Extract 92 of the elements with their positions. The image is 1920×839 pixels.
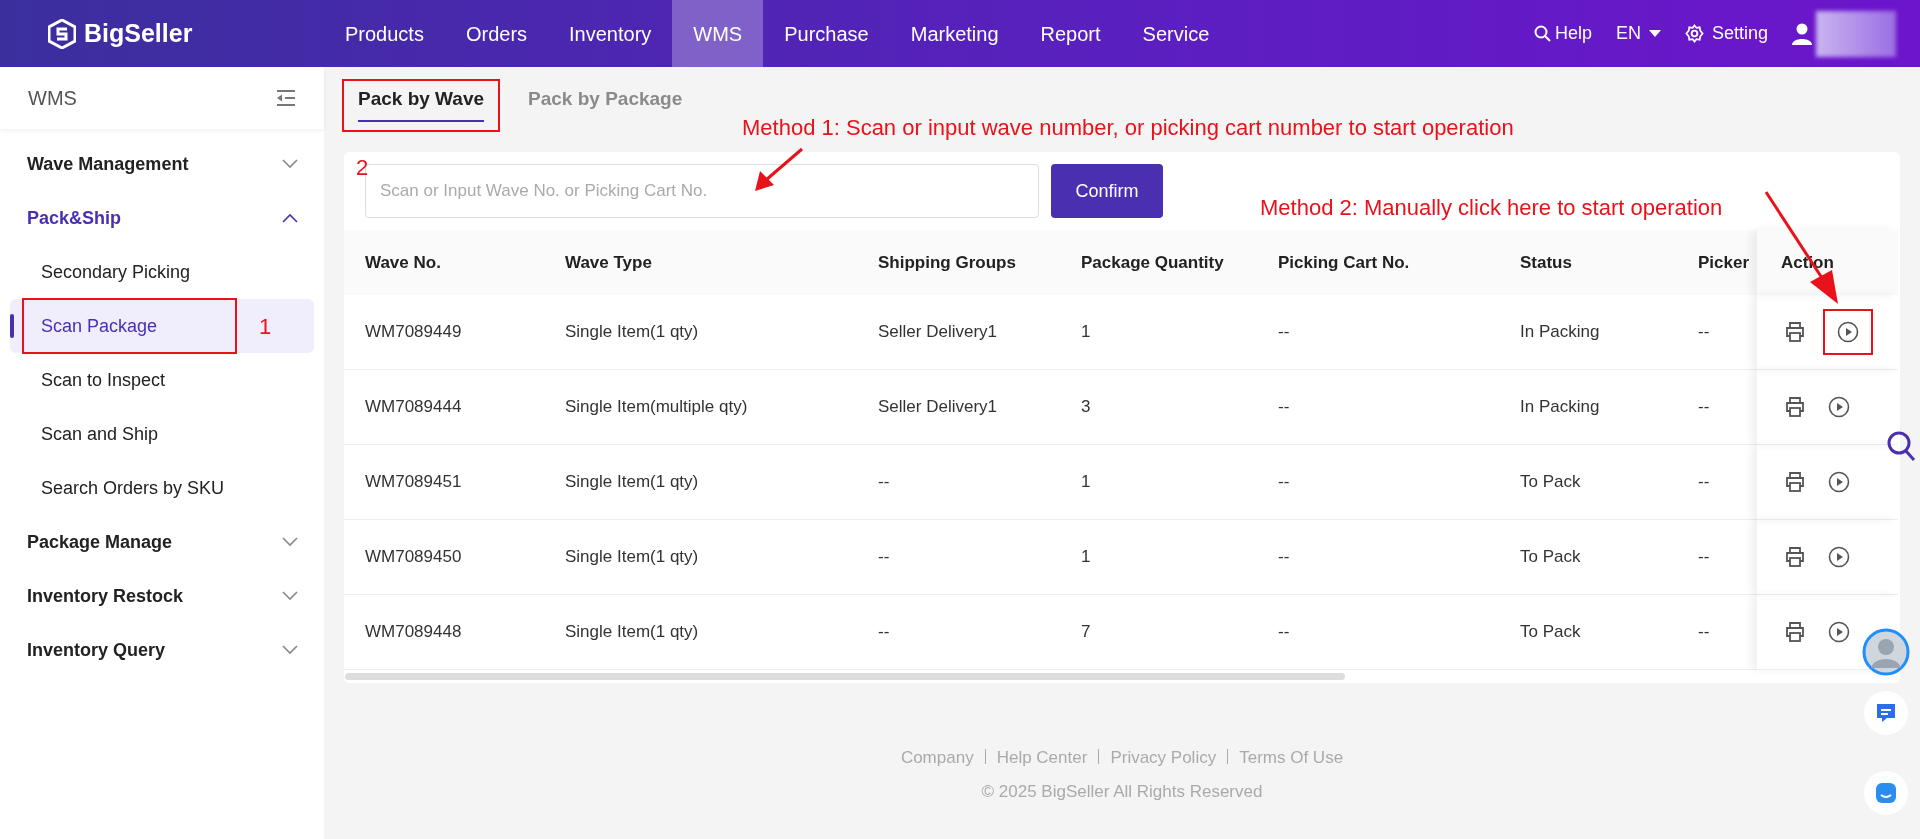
sidebar-title: WMS [28, 86, 77, 111]
column-header: Picker [1698, 230, 1757, 295]
nav-tab[interactable]: Inventory [548, 0, 673, 67]
chat-icon[interactable] [1863, 690, 1909, 736]
table-cell: Single Item(1 qty) [565, 295, 878, 370]
table-cell: -- [1698, 370, 1757, 445]
sidebar-item[interactable]: Search Orders by SKU [24, 462, 242, 514]
table-cell: -- [1698, 520, 1757, 595]
print-icon [1784, 546, 1806, 568]
chevron-icon [282, 159, 298, 169]
chevron-icon [282, 537, 298, 547]
table-cell: -- [1278, 295, 1520, 370]
nav-tab[interactable]: WMS [672, 0, 764, 67]
nav-tab[interactable]: Service [1121, 0, 1231, 67]
table-cell: -- [878, 520, 1081, 595]
gear-icon [1684, 24, 1704, 43]
table-cell: 1 [1081, 295, 1278, 370]
chevron-icon [282, 213, 298, 223]
logo-icon [48, 18, 76, 49]
play-icon [1828, 471, 1850, 493]
table-cell: WM7089450 [344, 520, 565, 595]
nav-tab[interactable]: Marketing [889, 0, 1020, 67]
play-icon [1837, 321, 1859, 343]
chevron-icon [282, 645, 298, 655]
table-cell: WM7089451 [344, 445, 565, 520]
table-cell: 1 [1081, 520, 1278, 595]
logo-text: BigSeller [84, 17, 193, 49]
help-link[interactable]: Help [1533, 20, 1592, 47]
column-header: Wave Type [565, 230, 878, 295]
table-cell: Single Item(1 qty) [565, 445, 878, 520]
sidebar-group[interactable]: Inventory Restock [0, 569, 324, 623]
print-icon [1784, 621, 1806, 643]
sidebar-item[interactable]: Secondary Picking [24, 246, 208, 298]
table-cell: Single Item(1 qty) [565, 520, 878, 595]
table-cell: In Packing [1520, 370, 1698, 445]
column-header: Package Quantity [1081, 230, 1278, 295]
play-icon [1828, 396, 1850, 418]
collapse-icon[interactable] [276, 90, 296, 106]
sidebar-item[interactable]: Scan and Ship [24, 408, 176, 460]
print-icon [1784, 471, 1806, 493]
table-cell: -- [1278, 370, 1520, 445]
table-cell: WM7089449 [344, 295, 565, 370]
print-icon [1784, 321, 1806, 343]
table-cell: -- [1698, 295, 1757, 370]
annotation-text: Method 1: Scan or input wave number, or picking cart number to start operation [742, 114, 1514, 142]
annotation-arrow [752, 147, 804, 193]
sidebar-item[interactable]: Scan to Inspect [24, 354, 183, 406]
table-cell: -- [1278, 520, 1520, 595]
sidebar-group[interactable]: Wave Management [0, 137, 324, 191]
tab[interactable]: Pack by Wave [344, 81, 499, 130]
confirm-button[interactable]: Confirm [1051, 164, 1163, 218]
user-icon[interactable] [1792, 22, 1812, 45]
sidebar-group[interactable]: Pack&Ship [0, 191, 324, 245]
table-cell: WM7089444 [344, 370, 565, 445]
nav-tab[interactable]: Report [1019, 0, 1122, 67]
table-cell: 1 [1081, 445, 1278, 520]
column-header: Picking Cart No. [1278, 230, 1520, 295]
language-dropdown[interactable]: EN [1615, 20, 1661, 47]
table-cell: 3 [1081, 370, 1278, 445]
table-cell: Single Item(multiple qty) [565, 370, 878, 445]
column-header: Status [1520, 230, 1698, 295]
play-icon [1828, 546, 1850, 568]
horizontal-scrollbar[interactable] [345, 673, 1345, 680]
start-button[interactable] [1825, 311, 1871, 353]
table-cell: In Packing [1520, 295, 1698, 370]
search-icon [1533, 25, 1551, 42]
nav-tab[interactable]: Products [324, 0, 445, 67]
table-cell: -- [1698, 445, 1757, 520]
sidebar-group[interactable]: Inventory Query [0, 623, 324, 677]
table-cell: To Pack [1520, 520, 1698, 595]
search-icon[interactable] [1886, 430, 1916, 462]
table-cell: Seller Delivery1 [878, 370, 1081, 445]
table-cell: -- [1278, 445, 1520, 520]
nav-tab[interactable]: Purchase [763, 0, 890, 67]
copyright-text: © 2025 BigSeller All Rights Reserved [981, 780, 1263, 803]
table-cell: -- [878, 445, 1081, 520]
setting-link[interactable]: Setting [1684, 20, 1768, 47]
column-header: Shipping Groups [878, 230, 1081, 295]
nav-tab[interactable]: Orders [444, 0, 549, 67]
column-header: Wave No. [344, 230, 565, 295]
play-icon [1828, 621, 1850, 643]
sidebar-group[interactable]: Package Manage [0, 515, 324, 569]
annotation-text: Method 2: Manually click here to start operation [1260, 194, 1723, 222]
chevron-icon [282, 591, 298, 601]
sidebar-item[interactable]: Scan Package [24, 300, 235, 352]
table-cell: To Pack [1520, 445, 1698, 520]
smiley-icon[interactable] [1863, 770, 1909, 816]
caret-icon [1648, 29, 1661, 38]
table-cell: Seller Delivery1 [878, 295, 1081, 370]
step-number: 1 [259, 312, 272, 341]
support-avatar[interactable] [1862, 628, 1910, 676]
print-icon [1784, 396, 1806, 418]
